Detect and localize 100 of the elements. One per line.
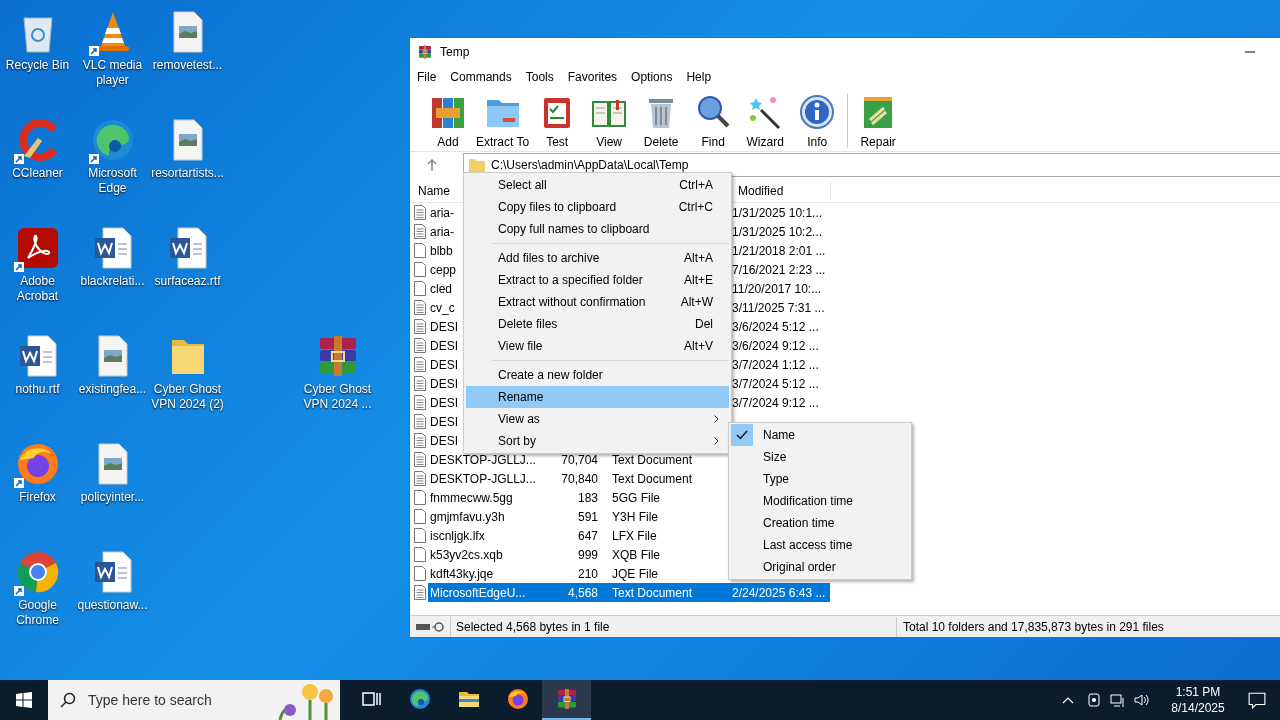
file-modified: 3/7/2024 5:12 ...: [732, 376, 819, 391]
toolbar-button[interactable]: Info: [791, 94, 844, 151]
desktop-icon-label: Cyber Ghost VPN 2024 ...: [302, 382, 373, 412]
notification-icon[interactable]: [1248, 691, 1266, 709]
toolbar-button[interactable]: Test: [531, 94, 584, 151]
menu-item[interactable]: Modification time: [731, 490, 909, 512]
tray-app-icon[interactable]: [1086, 692, 1102, 708]
file-modified: 1/21/2018 2:01 ...: [732, 243, 826, 258]
file-name: DESKTOP-JGLLJ...: [430, 452, 536, 467]
file-type: JQE File: [612, 566, 658, 581]
menu-item[interactable]: Help: [686, 68, 712, 86]
menu-item[interactable]: Original order: [731, 556, 909, 578]
toolbar-button[interactable]: Wizard: [739, 94, 792, 151]
file-type: 5GG File: [612, 490, 660, 505]
text-file-icon: [414, 452, 426, 467]
window-title: Temp: [440, 44, 470, 61]
column-header[interactable]: Modified: [736, 182, 831, 200]
menu-item[interactable]: Sort by: [466, 430, 729, 452]
menu-item[interactable]: Select all Ctrl+A: [466, 174, 729, 196]
text-file-icon: [414, 338, 426, 353]
file-name: kdft43ky.jqe: [430, 566, 494, 581]
chevron-up-icon[interactable]: [1062, 696, 1074, 704]
toolbar-button[interactable]: View: [583, 94, 636, 151]
menu-item[interactable]: Tools: [525, 68, 554, 86]
up-arrow-icon[interactable]: [427, 159, 437, 171]
desktop-icon-label: Firefox: [18, 490, 57, 505]
toolbar-button[interactable]: Delete: [635, 94, 688, 151]
file-size: 647: [577, 527, 598, 545]
text-file-icon: [414, 471, 426, 486]
network-icon[interactable]: [1110, 692, 1126, 708]
menu-item[interactable]: File: [417, 68, 437, 86]
menu-item[interactable]: Copy files to clipboard Ctrl+C: [466, 196, 729, 218]
shortcut-text: Alt+W: [680, 294, 713, 311]
clock[interactable]: 1:51 PM 8/14/2025: [1164, 684, 1232, 716]
file-icon: [414, 547, 426, 562]
menu-item[interactable]: Extract to a specified folder Alt+E: [466, 269, 729, 291]
file-name: k53yv2cs.xqb: [430, 547, 503, 562]
text-file-icon: [414, 414, 426, 429]
shortcut-text: Alt+E: [684, 272, 713, 289]
menu-item[interactable]: View file Alt+V: [466, 335, 729, 357]
file-type: Text Document: [612, 452, 693, 467]
desktop-icon-label: Google Chrome: [15, 598, 60, 628]
file-size: 183: [577, 489, 598, 507]
edge-icon: [407, 687, 432, 711]
file-size: 70,840: [561, 470, 598, 488]
search-icon: [60, 692, 76, 708]
menu-item[interactable]: Delete files Del: [466, 313, 729, 335]
file-name: fnmmecww.5gg: [430, 490, 513, 505]
text-file-icon: [414, 357, 426, 372]
file-size: 70,704: [561, 451, 598, 469]
file-size: 210: [577, 565, 598, 583]
toolbar-button[interactable]: Add: [422, 94, 474, 151]
menu-item[interactable]: Commands: [450, 68, 512, 86]
file-name: cled: [430, 281, 452, 296]
menu-item[interactable]: Type: [731, 468, 909, 490]
file-icon: [414, 243, 426, 258]
toolbar-button[interactable]: Repair: [852, 94, 905, 151]
desktop-icon-label: questionaw...: [76, 598, 149, 613]
shortcut-text: Ctrl+A: [679, 177, 713, 194]
file-modified: 11/20/2017 10:...: [732, 281, 822, 296]
search-field[interactable]: Type here to search: [88, 689, 238, 711]
file-name: DESI: [430, 376, 458, 391]
status-text: Selected 4,568 bytes in 1 file: [456, 618, 611, 636]
menu-item[interactable]: Copy full names to clipboard: [466, 218, 729, 240]
menu-item[interactable]: Last access time: [731, 534, 909, 556]
desktop-icon-label: CCleaner: [11, 166, 64, 181]
menu-item[interactable]: Options: [631, 68, 673, 86]
text-file-icon: [414, 585, 426, 600]
drive-icon: [416, 621, 446, 632]
shortcut-text: Alt+V: [684, 338, 713, 355]
file-type: Text Document: [612, 471, 693, 486]
file-name: gmjmfavu.y3h: [430, 509, 505, 524]
info-icon: [799, 94, 836, 130]
file-icon: [414, 281, 426, 296]
windows-start-icon[interactable]: [16, 692, 32, 708]
menu-item[interactable]: Create a new folder: [466, 364, 729, 386]
desktop-icon-label: surfaceaz.rtf: [153, 274, 222, 289]
menu-item[interactable]: Name: [731, 424, 909, 446]
menu-item[interactable]: Add files to archive Alt+A: [466, 247, 729, 269]
search-bar[interactable]: Type here to search: [48, 680, 340, 720]
toolbar-button[interactable]: Extract To: [474, 94, 532, 151]
menu-item[interactable]: Favorites: [567, 68, 618, 86]
text-file-icon: [414, 300, 426, 315]
desktop-icon-label: removetest...: [151, 58, 224, 73]
file-icon: [414, 262, 426, 277]
taskbar-button[interactable]: [542, 680, 591, 720]
file-row[interactable]: MicrosoftEdgeU... 4,568 Text Document 2/24/2025 6:43 ...: [428, 583, 830, 602]
speaker-icon[interactable]: [1134, 692, 1150, 708]
file-modified: 2/24/2025 6:43 ...: [732, 585, 826, 600]
text-file-icon: [414, 224, 426, 239]
menu-item[interactable]: Extract without confirmation Alt+W: [466, 291, 729, 313]
menu-item[interactable]: Creation time: [731, 512, 909, 534]
desktop-icon-label: Adobe Acrobat: [15, 274, 60, 304]
menu-item[interactable]: Rename: [466, 386, 729, 408]
status-total-text: Total 10 folders and 17,835,873 bytes in 291 files: [903, 618, 1164, 636]
file-modified: 3/7/2024 1:12 ...: [732, 357, 819, 372]
toolbar-button[interactable]: Find: [687, 94, 740, 151]
menu-item[interactable]: View as: [466, 408, 729, 430]
file-name: cepp: [430, 262, 457, 277]
menu-item[interactable]: Size: [731, 446, 909, 468]
